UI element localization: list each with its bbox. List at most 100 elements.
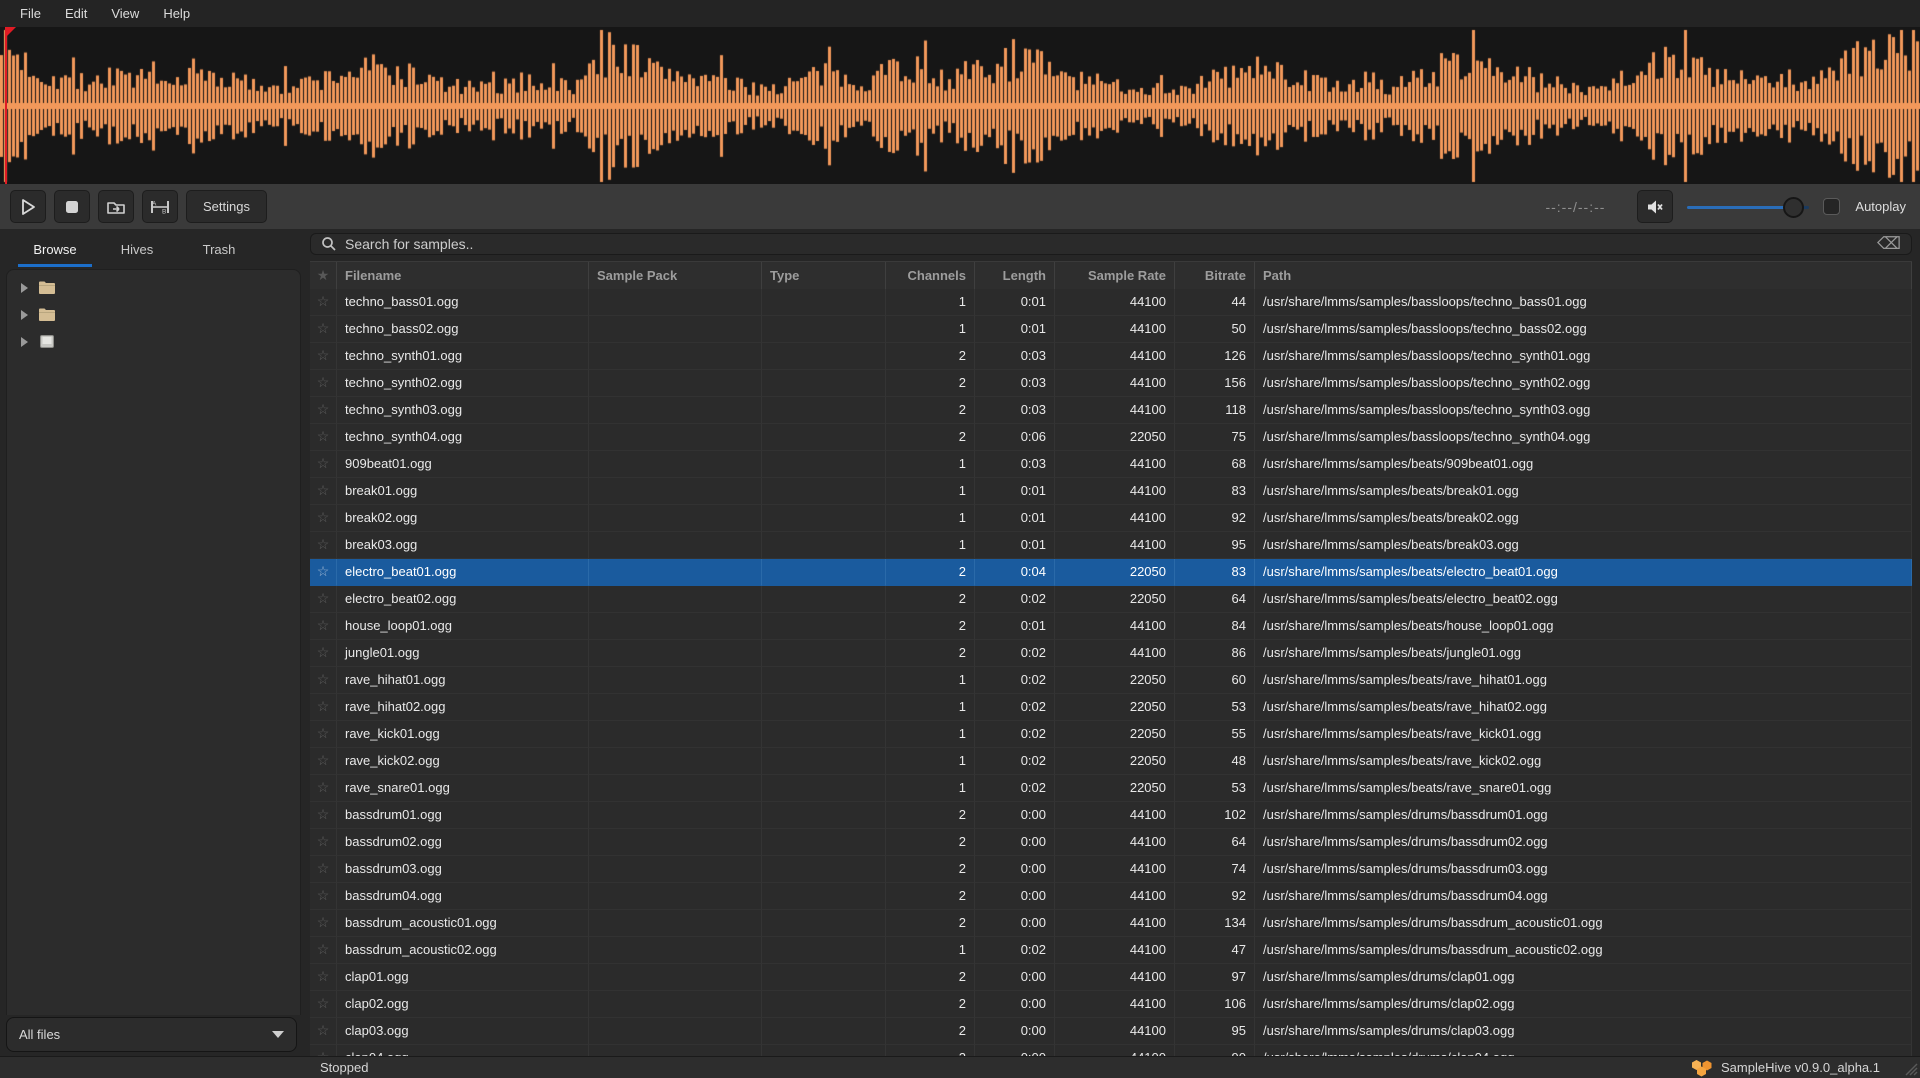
table-row[interactable]: ☆rave_hihat01.ogg10:022205060/usr/share/… — [310, 667, 1912, 694]
column-favorite[interactable]: ★ — [310, 262, 337, 289]
cell-length[interactable]: 0:01 — [975, 505, 1055, 532]
cell-length[interactable]: 0:00 — [975, 856, 1055, 883]
cell-length[interactable]: 0:00 — [975, 1018, 1055, 1045]
table-row[interactable]: ☆rave_snare01.ogg10:022205053/usr/share/… — [310, 775, 1912, 802]
cell-path[interactable]: /usr/share/lmms/samples/drums/bassdrum01… — [1255, 802, 1912, 829]
cell-sample-pack[interactable] — [589, 559, 762, 586]
cell-type[interactable] — [762, 424, 886, 451]
favorite-star-icon[interactable]: ☆ — [310, 721, 337, 748]
cell-bitrate[interactable]: 74 — [1175, 856, 1255, 883]
cell-sample-pack[interactable] — [589, 937, 762, 964]
table-row[interactable]: ☆clap03.ogg20:004410095/usr/share/lmms/s… — [310, 1018, 1912, 1045]
cell-bitrate[interactable]: 102 — [1175, 802, 1255, 829]
cell-type[interactable] — [762, 991, 886, 1018]
cell-length[interactable]: 0:00 — [975, 964, 1055, 991]
cell-bitrate[interactable]: 53 — [1175, 775, 1255, 802]
favorite-star-icon[interactable]: ☆ — [310, 937, 337, 964]
favorite-star-icon[interactable]: ☆ — [310, 505, 337, 532]
cell-channels[interactable]: 2 — [886, 370, 975, 397]
cell-type[interactable] — [762, 748, 886, 775]
cell-path[interactable]: /usr/share/lmms/samples/beats/rave_hihat… — [1255, 667, 1912, 694]
volume-knob[interactable] — [1783, 197, 1804, 218]
cell-type[interactable] — [762, 1018, 886, 1045]
cell-channels[interactable]: 2 — [886, 559, 975, 586]
cell-filename[interactable]: techno_synth04.ogg — [337, 424, 589, 451]
cell-bitrate[interactable]: 75 — [1175, 424, 1255, 451]
cell-length[interactable]: 0:04 — [975, 559, 1055, 586]
cell-path[interactable]: /usr/share/lmms/samples/beats/electro_be… — [1255, 559, 1912, 586]
cell-type[interactable] — [762, 370, 886, 397]
cell-sample-pack[interactable] — [589, 532, 762, 559]
cell-channels[interactable]: 1 — [886, 721, 975, 748]
expander-icon[interactable] — [21, 283, 28, 293]
cell-type[interactable] — [762, 640, 886, 667]
cell-length[interactable]: 0:00 — [975, 802, 1055, 829]
cell-type[interactable] — [762, 910, 886, 937]
cell-bitrate[interactable]: 86 — [1175, 640, 1255, 667]
cell-bitrate[interactable]: 64 — [1175, 586, 1255, 613]
cell-bitrate[interactable]: 83 — [1175, 478, 1255, 505]
cell-channels[interactable]: 2 — [886, 802, 975, 829]
cell-length[interactable]: 0:00 — [975, 829, 1055, 856]
tab-hives[interactable]: Hives — [96, 229, 178, 269]
cell-type[interactable] — [762, 289, 886, 316]
cell-bitrate[interactable]: 106 — [1175, 991, 1255, 1018]
favorite-star-icon[interactable]: ☆ — [310, 532, 337, 559]
cell-path[interactable]: /usr/share/lmms/samples/bassloops/techno… — [1255, 397, 1912, 424]
cell-channels[interactable]: 2 — [886, 829, 975, 856]
cell-sample-rate[interactable]: 22050 — [1055, 694, 1175, 721]
cell-path[interactable]: /usr/share/lmms/samples/bassloops/techno… — [1255, 370, 1912, 397]
cell-bitrate[interactable]: 60 — [1175, 667, 1255, 694]
table-row[interactable]: ☆techno_synth03.ogg20:0344100118/usr/sha… — [310, 397, 1912, 424]
cell-filename[interactable]: rave_snare01.ogg — [337, 775, 589, 802]
cell-sample-rate[interactable]: 22050 — [1055, 721, 1175, 748]
cell-path[interactable]: /usr/share/lmms/samples/beats/break01.og… — [1255, 478, 1912, 505]
cell-bitrate[interactable]: 118 — [1175, 397, 1255, 424]
cell-channels[interactable]: 2 — [886, 991, 975, 1018]
cell-sample-pack[interactable] — [589, 856, 762, 883]
favorite-star-icon[interactable]: ☆ — [310, 343, 337, 370]
favorite-star-icon[interactable]: ☆ — [310, 478, 337, 505]
favorite-star-icon[interactable]: ☆ — [310, 829, 337, 856]
cell-sample-rate[interactable]: 44100 — [1055, 964, 1175, 991]
cell-type[interactable] — [762, 478, 886, 505]
table-row[interactable]: ☆clap02.ogg20:0044100106/usr/share/lmms/… — [310, 991, 1912, 1018]
cell-bitrate[interactable]: 68 — [1175, 451, 1255, 478]
table-row[interactable]: ☆techno_bass02.ogg10:014410050/usr/share… — [310, 316, 1912, 343]
volume-slider[interactable] — [1687, 197, 1809, 217]
cell-channels[interactable]: 1 — [886, 937, 975, 964]
cell-type[interactable] — [762, 505, 886, 532]
cell-sample-rate[interactable]: 44100 — [1055, 883, 1175, 910]
favorite-star-icon[interactable]: ☆ — [310, 586, 337, 613]
table-row[interactable]: ☆techno_synth02.ogg20:0344100156/usr/sha… — [310, 370, 1912, 397]
cell-sample-pack[interactable] — [589, 370, 762, 397]
cell-sample-rate[interactable]: 44100 — [1055, 343, 1175, 370]
loop-ab-button[interactable]: A B — [142, 190, 178, 223]
cell-length[interactable]: 0:00 — [975, 991, 1055, 1018]
cell-sample-pack[interactable] — [589, 451, 762, 478]
cell-sample-pack[interactable] — [589, 721, 762, 748]
cell-bitrate[interactable]: 95 — [1175, 532, 1255, 559]
stop-button[interactable] — [54, 190, 90, 223]
cell-filename[interactable]: clap03.ogg — [337, 1018, 589, 1045]
cell-length[interactable]: 0:02 — [975, 775, 1055, 802]
cell-sample-rate[interactable]: 22050 — [1055, 775, 1175, 802]
cell-path[interactable]: /usr/share/lmms/samples/drums/bassdrum03… — [1255, 856, 1912, 883]
table-row[interactable]: ☆techno_synth04.ogg20:062205075/usr/shar… — [310, 424, 1912, 451]
table-row[interactable]: ☆break01.ogg10:014410083/usr/share/lmms/… — [310, 478, 1912, 505]
cell-channels[interactable]: 2 — [886, 397, 975, 424]
cell-channels[interactable]: 2 — [886, 640, 975, 667]
cell-sample-pack[interactable] — [589, 505, 762, 532]
expander-icon[interactable] — [21, 310, 28, 320]
column-bitrate[interactable]: Bitrate — [1175, 262, 1255, 289]
cell-type[interactable] — [762, 856, 886, 883]
cell-path[interactable]: /usr/share/lmms/samples/beats/rave_hihat… — [1255, 694, 1912, 721]
cell-sample-pack[interactable] — [589, 748, 762, 775]
cell-sample-pack[interactable] — [589, 667, 762, 694]
cell-bitrate[interactable]: 156 — [1175, 370, 1255, 397]
cell-type[interactable] — [762, 937, 886, 964]
cell-path[interactable]: /usr/share/lmms/samples/beats/jungle01.o… — [1255, 640, 1912, 667]
cell-sample-rate[interactable]: 44100 — [1055, 532, 1175, 559]
cell-filename[interactable]: techno_bass02.ogg — [337, 316, 589, 343]
favorite-star-icon[interactable]: ☆ — [310, 451, 337, 478]
